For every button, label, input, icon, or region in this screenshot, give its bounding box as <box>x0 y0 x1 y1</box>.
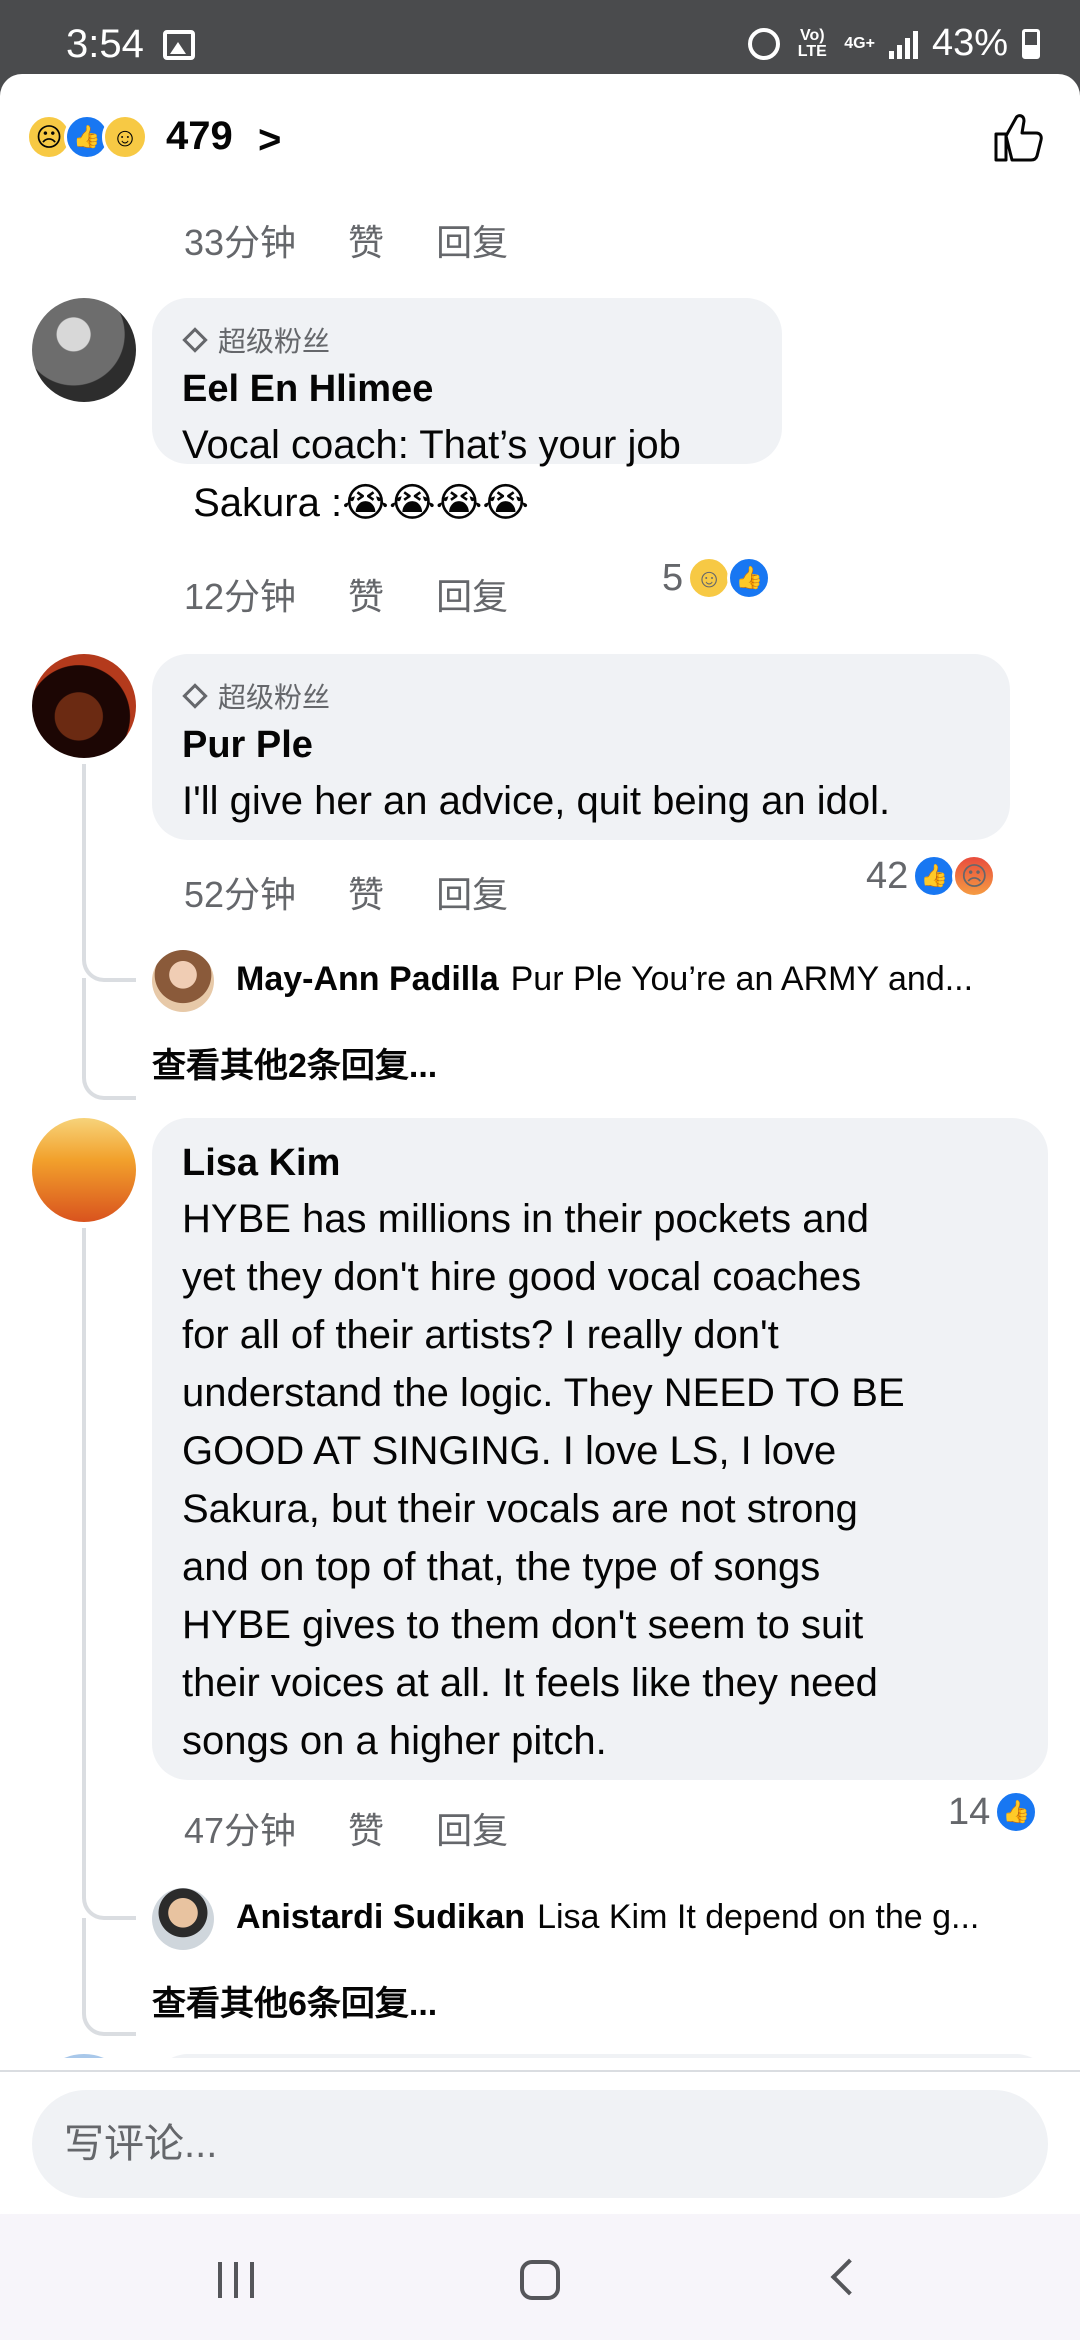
reply-text: Pur Ple You’re an ARMY and... <box>510 960 974 998</box>
haha-reaction-icon: ☺ <box>102 114 148 160</box>
comment-text: Vocal coach: That’s your job Sakura :😭😭😭… <box>182 423 681 525</box>
badge-label: 超级粉丝 <box>218 326 331 357</box>
reply-author[interactable]: May-Ann Padilla <box>236 960 499 999</box>
comment-meta-row: 33分钟 赞 回复 <box>184 214 508 266</box>
comment-reply-button[interactable]: 回复 <box>436 1802 508 1854</box>
comment-text: HYBE has millions in their pockets and y… <box>182 1197 905 1763</box>
alarm-icon <box>748 27 781 60</box>
signal-icon <box>888 29 918 59</box>
comment-reactions[interactable]: 42 👍 ☹ <box>866 854 997 898</box>
comment-text: I'll give her an advice, quit being an i… <box>182 779 891 823</box>
comment-bubble[interactable]: 超级粉丝 Pur Ple I'll give her an advice, qu… <box>152 654 1010 840</box>
comment-author[interactable]: Eel En Hlimee <box>182 366 752 412</box>
thread-line <box>82 1918 136 2036</box>
badge-label: 超级粉丝 <box>218 682 331 713</box>
diamond-icon <box>182 683 208 709</box>
reply-preview[interactable]: May-Ann Padilla Pur Ple You’re an ARMY a… <box>236 960 1056 999</box>
like-post-button[interactable] <box>990 110 1046 166</box>
like-reaction-icon: 👍 <box>727 556 772 600</box>
reply-preview[interactable]: Anistardi Sudikan Lisa Kim It depend on … <box>236 1898 1056 1937</box>
avatar[interactable] <box>32 2054 136 2058</box>
reply-avatar[interactable] <box>152 950 214 1012</box>
recent-apps-button[interactable] <box>218 2262 254 2298</box>
comment-like-button[interactable]: 赞 <box>348 568 384 620</box>
comment-reaction-count: 42 <box>866 854 909 897</box>
reaction-count[interactable]: 479 <box>166 114 233 159</box>
avatar[interactable] <box>32 298 136 402</box>
thread-line <box>82 978 136 1100</box>
thread-line <box>82 1228 136 1920</box>
comment-reply-button[interactable]: 回复 <box>436 568 508 620</box>
reply-author[interactable]: Anistardi Sudikan <box>236 1898 525 1937</box>
comment-composer <box>0 2070 1080 2214</box>
chevron-right-icon[interactable]: > <box>258 118 281 163</box>
battery-icon <box>1022 28 1040 59</box>
status-icons: Vo) LTE 4G+ 43% <box>748 22 1040 65</box>
comments-sheet: ☹ 👍 ☺ 479 > 33分钟 赞 回复 超级粉丝 Eel En Hlimee… <box>0 74 1080 2214</box>
image-notification-icon <box>163 30 195 60</box>
home-button[interactable] <box>520 2260 560 2300</box>
status-time: 3:54 <box>66 22 144 66</box>
comment-time: 12分钟 <box>184 576 297 617</box>
status-bar: 3:54 Vo) LTE 4G+ 43% <box>0 0 1080 74</box>
comment-time: 52分钟 <box>184 874 297 915</box>
comment-bubble[interactable] <box>152 2054 1052 2058</box>
comments-list[interactable]: 33分钟 赞 回复 超级粉丝 Eel En Hlimee Vocal coach… <box>0 198 1080 2058</box>
comment-bubble[interactable]: 超级粉丝 Eel En Hlimee Vocal coach: That’s y… <box>152 298 782 525</box>
sheet-header: ☹ 👍 ☺ 479 > <box>0 74 1080 198</box>
comment-meta-row: 12分钟 赞 回复 <box>184 568 508 620</box>
view-more-replies-link[interactable]: 查看其他2条回复... <box>152 1038 437 1087</box>
comment-author[interactable]: Lisa Kim <box>182 1140 1018 1186</box>
comment-reaction-count: 14 <box>948 1790 991 1833</box>
comment-reactions[interactable]: 5 ☺ 👍 <box>662 556 772 600</box>
angry-reaction-icon: ☹ <box>952 854 997 898</box>
reply-text: Lisa Kim It depend on the g... <box>537 1898 980 1936</box>
reply-avatar[interactable] <box>152 1888 214 1950</box>
diamond-icon <box>182 327 208 353</box>
back-button[interactable] <box>830 2258 868 2296</box>
comment-reply-button[interactable]: 回复 <box>436 214 508 266</box>
comment-time: 33分钟 <box>184 222 297 263</box>
reactions-summary[interactable]: ☹ 👍 ☺ <box>26 114 148 160</box>
comment-meta-row: 52分钟 赞 回复 <box>184 866 508 918</box>
view-more-replies-link[interactable]: 查看其他6条回复... <box>152 1976 437 2025</box>
top-fan-badge: 超级粉丝 <box>182 676 980 716</box>
comment-reply-button[interactable]: 回复 <box>436 866 508 918</box>
like-reaction-icon: 👍 <box>994 1790 1039 1834</box>
haha-reaction-icon: ☺ <box>687 556 732 600</box>
comment-reactions[interactable]: 14 👍 <box>948 1790 1039 1834</box>
volte-label: Vo) LTE <box>797 26 827 60</box>
battery-percent: 43% <box>931 22 1008 64</box>
thread-line <box>82 764 136 982</box>
comment-time: 47分钟 <box>184 1810 297 1851</box>
like-reaction-icon: 👍 <box>912 854 957 898</box>
comment-meta-row: 47分钟 赞 回复 <box>184 1802 508 1854</box>
comment-like-button[interactable]: 赞 <box>348 214 384 266</box>
comment-reaction-count: 5 <box>662 556 684 599</box>
avatar[interactable] <box>32 654 136 758</box>
comment-bubble[interactable]: Lisa Kim HYBE has millions in their pock… <box>152 1118 1048 1780</box>
comment-like-button[interactable]: 赞 <box>348 1802 384 1854</box>
avatar[interactable] <box>32 1118 136 1222</box>
comment-input[interactable] <box>32 2090 1048 2198</box>
comment-like-button[interactable]: 赞 <box>348 866 384 918</box>
comment-author[interactable]: Pur Ple <box>182 722 980 768</box>
network-type-label: 4G+ <box>844 34 875 52</box>
navigation-bar <box>0 2214 1080 2340</box>
top-fan-badge: 超级粉丝 <box>182 320 752 360</box>
